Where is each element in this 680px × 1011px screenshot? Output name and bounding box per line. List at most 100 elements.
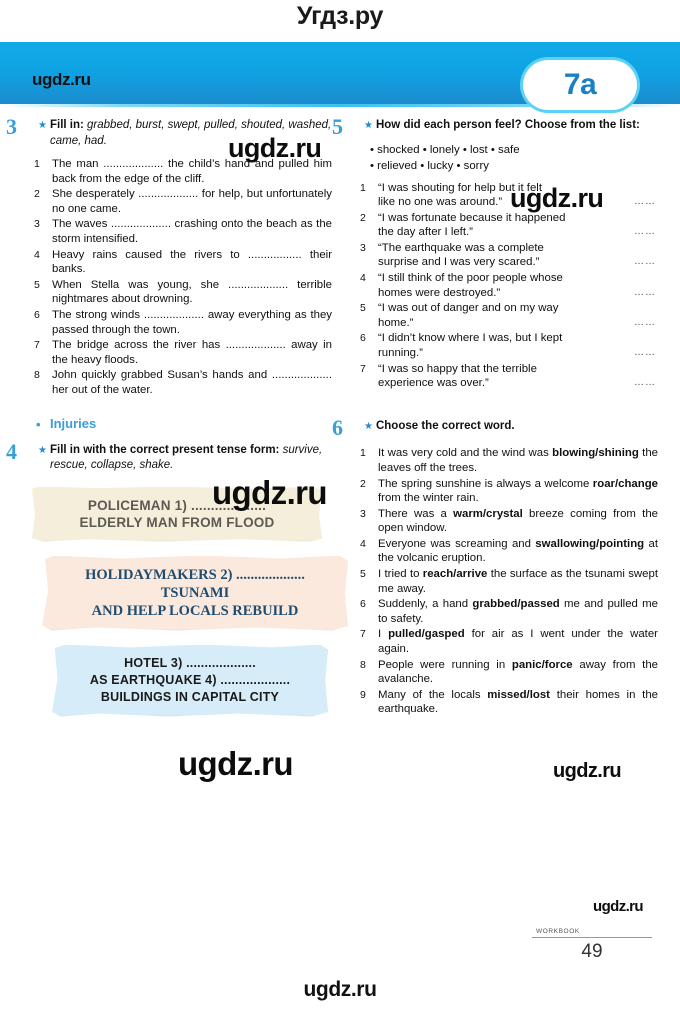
quote-line-1: “I didn’t know where I was, but I kept [378,332,563,345]
list-item[interactable]: “The earthquake was a complete surprise … [358,241,658,270]
unit-badge: 7a [523,60,637,110]
note-line: AND HELP LOCALS REBUILD [91,602,299,619]
note-card-policeman[interactable]: POLICEMAN 1) ................... ELDERLY… [32,486,322,542]
choice-options[interactable]: blowing/shining [552,447,639,459]
watermark: ugdz.ru [593,898,644,915]
site-title: Угдз.ру [296,2,384,30]
list-item[interactable]: I pulled/gasped for air as I went under … [358,627,658,656]
note-card-holidaymakers[interactable]: HOLIDAYMAKERS 2) ................... TSU… [42,555,348,631]
list-item[interactable]: People were running in panic/force away … [358,658,658,687]
note-line: AS EARTHQUAKE 4) ................... [89,672,291,687]
exercise-4: 4 ★ Fill in with the correct present tens… [6,439,348,717]
list-item[interactable]: Suddenly, a hand grabbed/passed me and p… [358,597,658,626]
choice-options[interactable]: pulled/gasped [388,628,465,640]
quote-line-2: homes were destroyed.” [378,286,501,299]
quote-line-2: experience was over.” [378,377,489,390]
list-item[interactable]: She desperately ................... for … [32,187,332,216]
list-item[interactable]: I tried to reach/arrive the surface as t… [358,567,658,596]
list-item[interactable]: It was very cold and the wind was blowin… [358,446,658,475]
list-item[interactable]: “I didn’t know where I was, but I kept r… [358,331,658,360]
workbook-label: WORKBOOK [532,928,652,938]
list-item[interactable]: “I was fortunate because it happened the… [358,211,658,240]
exercise-6-number: 6 [332,414,343,440]
subsection-injuries-label: Injuries [50,415,97,431]
list-item[interactable]: “I was shouting for help but it felt lik… [358,181,658,210]
exercise-5-number: 5 [332,114,343,139]
list-item[interactable]: Everyone was screaming and swallowing/po… [358,537,658,566]
quote-line-1: “I was out of danger and on my way [378,302,559,315]
answer-blank[interactable]: …… [634,316,656,331]
answer-blank[interactable]: …… [634,195,656,210]
choice-pre: There was a [378,507,454,520]
list-item[interactable]: The bridge across the river has ........… [32,338,332,367]
choice-pre: Many of the locals [378,688,488,701]
list-item[interactable]: John quickly grabbed Susan’s hands and .… [32,368,332,397]
list-item[interactable]: “I still think of the poor people whose … [358,271,658,300]
list-item[interactable]: There was a warm/crystal breeze coming f… [358,507,658,536]
exercise-3-instruction-italic: grabbed, burst, swept, pulled, shouted, … [50,119,332,147]
watermark: ugdz.ru [553,760,622,782]
note-line: TSUNAMI [160,584,230,601]
choice-options[interactable]: roar/change [593,478,658,490]
star-icon: ★ [364,120,373,131]
quote-line-2: the day after I left.” [378,226,473,239]
quote-line-2: like no one was around.” [378,196,503,209]
list-item[interactable]: The spring sunshine is always a welcome … [358,477,658,506]
exercise-6-instruction-bold: Choose the correct word. [375,419,515,432]
exercise-4-number: 4 [6,438,17,464]
list-item[interactable]: The man ................... the child’s … [32,157,332,186]
answer-blank[interactable]: …… [634,286,656,301]
choice-options[interactable]: missed/lost [487,689,550,701]
quote-line-1: “I was fortunate because it happened [378,211,566,224]
list-item[interactable]: “I was so happy that the terrible experi… [358,362,658,391]
exercise-5-instruction: ★ How did each person feel? Choose from t… [358,118,658,134]
right-column: 5 ★ How did each person feel? Choose from… [332,114,658,718]
list-item[interactable]: When Stella was young, she .............… [32,278,332,307]
word-list-line: • shocked • lonely • lost • safe [370,143,520,156]
choice-options[interactable]: panic/force [512,659,573,671]
exercise-6: 6 ★ Choose the correct word. It was very … [332,415,658,717]
brand-logo: ugdz.ru [32,70,91,89]
exercise-4-notes: POLICEMAN 1) ................... ELDERLY… [32,486,348,717]
choice-pre: I [378,628,389,641]
answer-blank[interactable]: …… [634,376,656,391]
quote-line-2: running.” [378,347,423,360]
quote-line-2: surprise and I was very scared.” [378,256,540,269]
exercise-3: 3 ★ Fill in: grabbed, burst, swept, pulle… [6,114,332,398]
note-line: POLICEMAN 1) ................... [87,497,267,513]
left-column: 3 ★ Fill in: grabbed, burst, swept, pulle… [6,114,348,731]
subsection-injuries: • Injuries [32,415,332,432]
list-item[interactable]: Heavy rains caused the rivers to .......… [32,248,332,277]
choice-options[interactable]: reach/arrive [423,568,488,580]
answer-blank[interactable]: …… [634,225,656,240]
quote-line-1: “I still think of the poor people whose [378,272,563,285]
exercise-6-items: It was very cold and the wind was blowin… [358,446,658,717]
list-item[interactable]: The strong winds ................... awa… [32,308,332,337]
choice-pre: It was very cold and the wind was [378,447,553,460]
exercise-3-number: 3 [6,114,17,139]
unit-badge-label: 7a [563,68,597,101]
list-item[interactable]: The waves ................... crashing o… [32,217,332,246]
quote-line-2: home.” [378,316,414,329]
list-item[interactable]: Many of the locals missed/lost their hom… [358,688,658,717]
answer-blank[interactable]: …… [634,255,656,270]
quote-line-1: “The earthquake was a complete [378,241,544,254]
watermark-bottom: ugdz.ru [303,978,377,1001]
star-icon: ★ [38,444,47,456]
note-card-hotel[interactable]: HOTEL 3) ................... AS EARTHQUA… [52,644,328,717]
list-item[interactable]: “I was out of danger and on my way home.… [358,301,658,330]
choice-pre: The spring sunshine is always a welcome [378,477,593,490]
choice-options[interactable]: swallowing/pointing [535,538,644,550]
quote-line-1: “I was shouting for help but it felt [378,181,542,194]
note-line: HOLIDAYMAKERS 2) ................... [85,566,305,583]
bullet-icon: • [36,416,41,432]
choice-options[interactable]: warm/crystal [453,508,523,520]
exercise-3-instruction-bold: Fill in: [49,119,84,131]
page-footer: WORKBOOK 49 [532,928,652,963]
star-icon: ★ [38,120,47,131]
choice-options[interactable]: grabbed/passed [472,598,559,610]
note-line: HOTEL 3) ................... [124,655,256,670]
answer-blank[interactable]: …… [634,346,656,361]
note-line: ELDERLY MAN FROM FLOOD [79,514,275,530]
star-icon: ★ [364,420,373,432]
